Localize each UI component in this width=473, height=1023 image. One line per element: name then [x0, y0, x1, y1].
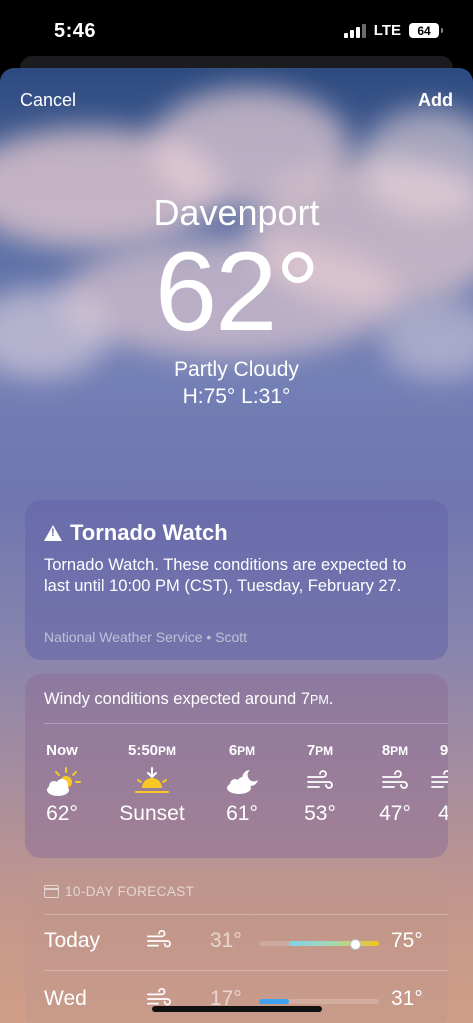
hour-item: 6PM 61° [197, 740, 287, 826]
forecast-high: 31° [391, 987, 423, 1010]
wind-icon [145, 986, 173, 1017]
home-indicator[interactable] [152, 1006, 322, 1012]
forecast-day: Wed [44, 987, 87, 1010]
battery-level: 64 [417, 23, 431, 38]
hourly-forecast[interactable]: Windy conditions expected around 7PM. No… [25, 674, 448, 858]
alert-title: Tornado Watch [70, 520, 228, 545]
current-condition: Partly Cloudy [174, 358, 299, 381]
city-name: Davenport [153, 192, 320, 233]
status-indicators: LTE 64 [343, 22, 443, 39]
partly-cloudy-night-icon [197, 762, 287, 802]
divider [44, 970, 448, 971]
hourly-scroll[interactable]: Now 62° 5:50PM Sunset 6PM 61° 7PM 53° 8P… [25, 740, 448, 850]
alert-body: Tornado Watch. These conditions are expe… [44, 556, 407, 595]
wind-icon [145, 928, 173, 959]
temperature-range-fill [289, 941, 379, 946]
status-bar: 5:46 LTE 64 [0, 0, 473, 62]
calendar-icon [44, 885, 59, 898]
current-temp-dot [350, 939, 362, 950]
hour-item: 9 4 [399, 740, 448, 826]
battery-icon: 64 [409, 23, 443, 38]
forecast-title: 10-DAY FORECAST [65, 884, 195, 899]
alert-title-row: Tornado Watch [44, 520, 228, 546]
wind-icon [399, 762, 448, 802]
forecast-row-wed[interactable]: Wed 17° 31° [25, 972, 448, 1023]
status-time: 5:46 [54, 20, 97, 42]
high-low: H:75° L:31° [182, 385, 291, 408]
weather-preview-sheet: Cancel Add Davenport 62° Partly Cloudy H… [0, 68, 473, 1023]
partly-sunny-icon [25, 762, 107, 802]
sunset-icon [107, 762, 197, 802]
temperature-range-fill [259, 999, 289, 1004]
divider [44, 723, 448, 724]
forecast-day: Today [44, 929, 101, 952]
temperature-range-bar [259, 939, 379, 950]
forecast-low: 31° [210, 929, 242, 952]
current-temperature: 62° [154, 229, 320, 354]
forecast-high: 75° [391, 929, 423, 952]
forecast-header: 10-DAY FORECAST [44, 884, 194, 899]
temperature-range-bar [259, 999, 379, 1004]
add-button[interactable]: Add [418, 90, 453, 111]
hour-item: 5:50PM Sunset [107, 740, 197, 826]
hour-item: Now 62° [25, 740, 107, 826]
network-type: LTE [373, 22, 401, 39]
hourly-summary: Windy conditions expected around 7PM. [44, 690, 334, 708]
forecast-row-today[interactable]: Today 31° 75° [25, 914, 448, 970]
ten-day-forecast[interactable]: 10-DAY FORECAST Today 31° 75° Wed 17° 31… [25, 870, 448, 1023]
alert-source: National Weather Service • Scott [44, 629, 248, 645]
cellular-signal-icon [343, 23, 366, 38]
cancel-button[interactable]: Cancel [20, 90, 76, 111]
warning-icon [44, 525, 62, 541]
severe-weather-alert[interactable]: Tornado Watch Tornado Watch. These condi… [25, 500, 448, 660]
